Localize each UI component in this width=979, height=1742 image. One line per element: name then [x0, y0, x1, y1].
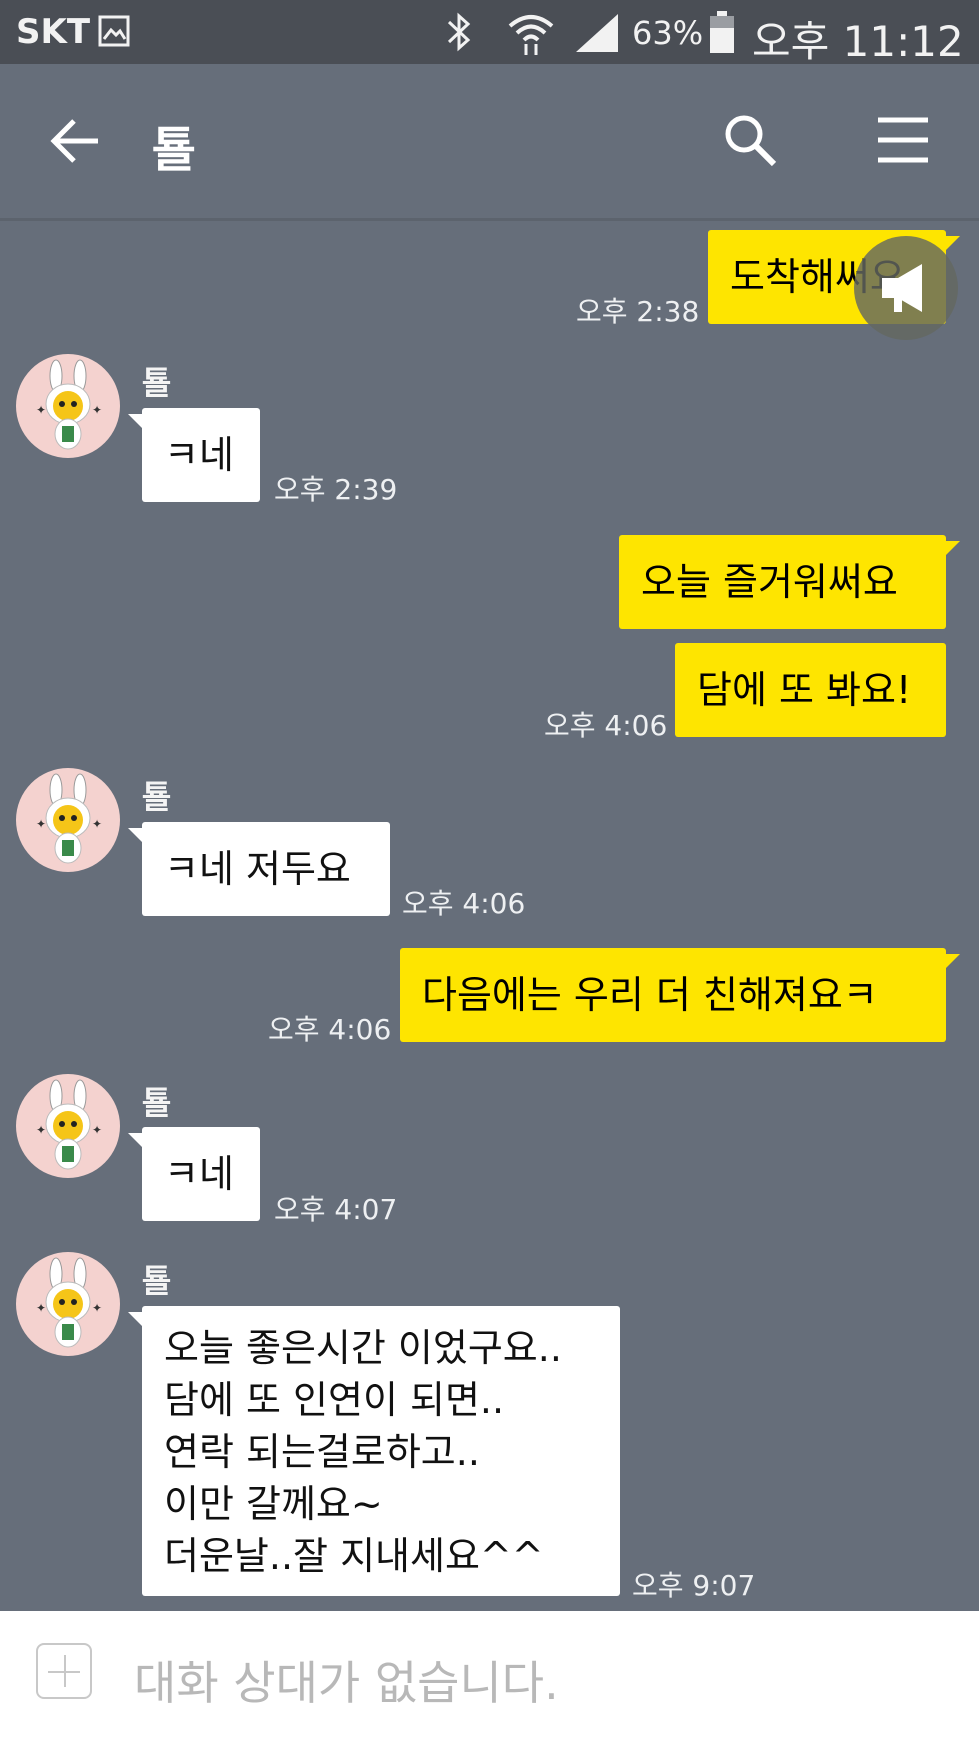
- hamburger-menu-icon[interactable]: [868, 108, 938, 172]
- megaphone-icon: [882, 264, 922, 312]
- my-message-bubble[interactable]: 오늘 즐거워써요: [619, 535, 946, 629]
- sender-name: 툘: [142, 1084, 172, 1122]
- their-message-bubble[interactable]: 오늘 좋은시간 이었구요.. 담에 또 인연이 되면.. 연락 되는걸로하고..…: [142, 1306, 620, 1596]
- message-time: 오후 2:39: [274, 473, 398, 506]
- svg-text:✦: ✦: [92, 1123, 102, 1137]
- svg-text:✦: ✦: [92, 817, 102, 831]
- chat-title: 툘: [152, 122, 197, 178]
- bubble-tail: [128, 1133, 142, 1147]
- bubble-tail: [946, 954, 960, 968]
- svg-text:✦: ✦: [92, 403, 102, 417]
- message-time: 오후 4:06: [544, 709, 668, 742]
- megaphone-notice-button[interactable]: [854, 236, 958, 340]
- message-line: 오늘 좋은시간 이었구요..: [164, 1326, 562, 1370]
- message-input[interactable]: 대화 상대가 없습니다.: [134, 1647, 559, 1713]
- bubble-tail: [946, 541, 960, 555]
- message-time: 오후 4:06: [268, 1013, 392, 1046]
- sender-name: 툘: [142, 778, 172, 816]
- rabbit-character-avatar-icon: ✦ ✦: [36, 1079, 102, 1170]
- rabbit-character-avatar-icon: ✦ ✦: [36, 359, 102, 450]
- message-text: 다음에는 우리 더 친해져요ㅋ: [422, 973, 878, 1017]
- arrow-left-icon[interactable]: [44, 109, 108, 173]
- avatar[interactable]: ✦ ✦: [16, 1074, 120, 1178]
- avatar[interactable]: ✦ ✦: [16, 768, 120, 872]
- message-text: 오늘 즐거워써요: [641, 560, 898, 604]
- svg-text:✦: ✦: [36, 1301, 46, 1315]
- avatar[interactable]: ✦ ✦: [16, 1252, 120, 1356]
- message-text: ㅋ네: [164, 1152, 234, 1196]
- message-line: 더운날..잘 지내세요^^: [164, 1534, 544, 1578]
- their-message-bubble[interactable]: ㅋ네: [142, 1127, 260, 1221]
- bubble-tail: [128, 828, 142, 842]
- message-text: ㅋ네 저두요: [164, 847, 351, 891]
- rabbit-character-avatar-icon: ✦ ✦: [36, 773, 102, 864]
- status-bar: SKT 63% 오후 11:12: [0, 0, 979, 66]
- message-time: 오후 9:07: [632, 1569, 756, 1602]
- chat-header: 툘: [0, 64, 979, 221]
- svg-text:✦: ✦: [36, 1123, 46, 1137]
- battery-icon: [710, 11, 734, 53]
- search-icon[interactable]: [718, 108, 782, 172]
- bubble-tail: [128, 414, 142, 428]
- wifi-icon: [508, 15, 554, 55]
- message-line: 이만 갈께요~: [164, 1482, 383, 1526]
- signal-icon: [576, 14, 618, 52]
- avatar[interactable]: ✦ ✦: [16, 354, 120, 458]
- message-time: 오후 4:07: [274, 1193, 398, 1226]
- svg-text:✦: ✦: [92, 1301, 102, 1315]
- their-message-bubble[interactable]: ㅋ네: [142, 408, 260, 502]
- message-time: 오후 2:38: [576, 295, 700, 328]
- message-line: 연락 되는걸로하고..: [164, 1430, 480, 1474]
- their-message-bubble[interactable]: ㅋ네 저두요: [142, 822, 390, 916]
- status-clock: 오후 11:12: [752, 17, 964, 66]
- svg-text:✦: ✦: [36, 403, 46, 417]
- my-message-bubble[interactable]: 담에 또 봐요!: [675, 643, 946, 737]
- message-line: 담에 또 인연이 되면..: [164, 1378, 505, 1422]
- message-time: 오후 4:06: [402, 887, 526, 920]
- message-input-bar: 대화 상대가 없습니다.: [0, 1611, 979, 1742]
- rabbit-character-avatar-icon: ✦ ✦: [36, 1257, 102, 1348]
- message-text: ㅋ네: [164, 433, 234, 477]
- bubble-tail: [128, 1312, 142, 1326]
- sender-name: 툘: [142, 1262, 172, 1300]
- plus-icon[interactable]: [36, 1643, 92, 1699]
- battery-percent: 63%: [632, 14, 704, 52]
- sender-name: 툘: [142, 364, 172, 402]
- bluetooth-icon: [447, 12, 471, 52]
- carrier-label: SKT: [16, 12, 91, 52]
- message-text: 담에 또 봐요!: [697, 668, 912, 712]
- svg-text:✦: ✦: [36, 817, 46, 831]
- gallery-notification-icon: [98, 15, 130, 47]
- my-message-bubble[interactable]: 다음에는 우리 더 친해져요ㅋ: [400, 948, 946, 1042]
